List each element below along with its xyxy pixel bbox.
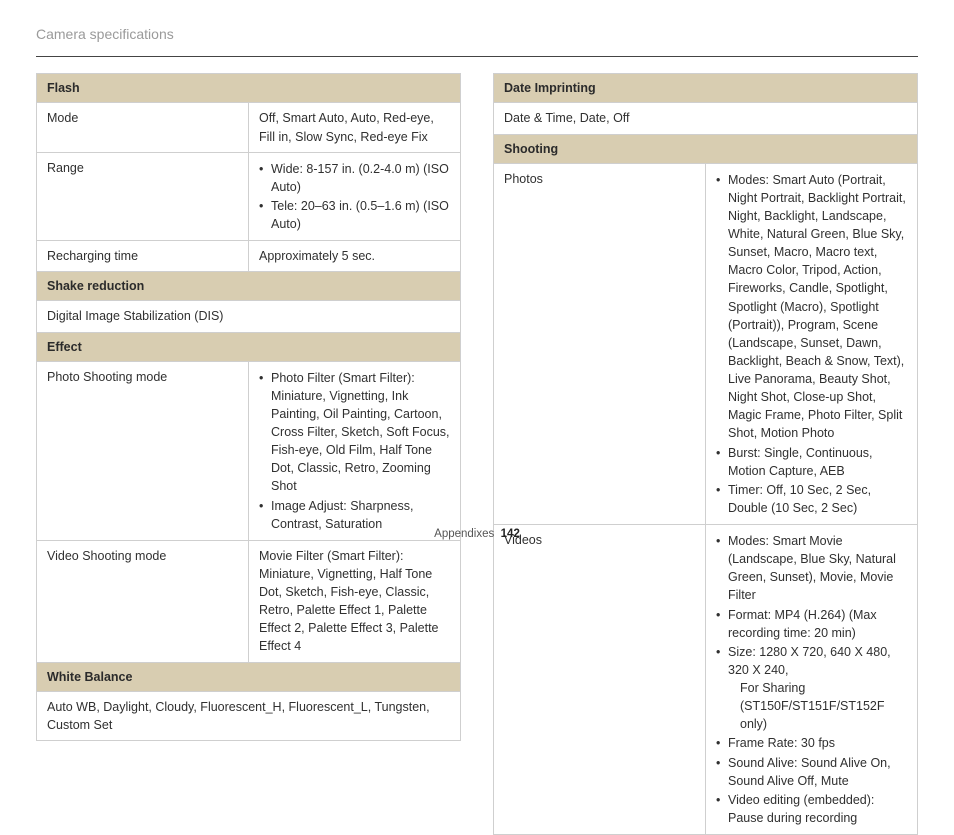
left-table: Flash Mode Off, Smart Auto, Auto, Red-ey… <box>36 73 461 741</box>
columns: Flash Mode Off, Smart Auto, Auto, Red-ey… <box>36 73 918 835</box>
right-table: Date Imprinting Date & Time, Date, Off S… <box>493 73 918 835</box>
photo-mode-value: Photo Filter (Smart Filter): Miniature, … <box>249 361 461 540</box>
date-value: Date & Time, Date, Off <box>494 103 918 134</box>
photos-value: Modes: Smart Auto (Portrait, Night Portr… <box>706 163 918 524</box>
shake-header: Shake reduction <box>37 272 461 301</box>
videos-bullet-3b: For Sharing (ST150F/ST151F/ST152F only) <box>728 679 907 733</box>
left-column: Flash Mode Off, Smart Auto, Auto, Red-ey… <box>36 73 461 835</box>
wb-value: Auto WB, Daylight, Cloudy, Fluorescent_H… <box>37 691 461 740</box>
video-mode-value: Movie Filter (Smart Filter): Miniature, … <box>249 540 461 662</box>
shooting-header: Shooting <box>494 134 918 163</box>
photo-mode-label: Photo Shooting mode <box>37 361 249 540</box>
flash-mode-value: Off, Smart Auto, Auto, Red-eye, Fill in,… <box>249 103 461 152</box>
videos-value: Modes: Smart Movie (Landscape, Blue Sky,… <box>706 525 918 835</box>
wb-header: White Balance <box>37 662 461 691</box>
flash-range-value: Wide: 8-157 in. (0.2-4.0 m) (ISO Auto) T… <box>249 152 461 241</box>
photo-mode-bullet-1: Photo Filter (Smart Filter): Miniature, … <box>259 369 450 496</box>
footer: Appendixes 142 <box>0 526 954 543</box>
videos-bullet-2: Format: MP4 (H.264) (Max recording time:… <box>716 606 907 642</box>
page-title: Camera specifications <box>36 24 918 44</box>
divider <box>36 56 918 57</box>
flash-range-label: Range <box>37 152 249 241</box>
videos-bullet-3a: Size: 1280 X 720, 640 X 480, 320 X 240, <box>728 645 891 677</box>
videos-bullet-3: Size: 1280 X 720, 640 X 480, 320 X 240, … <box>716 643 907 734</box>
date-header: Date Imprinting <box>494 74 918 103</box>
flash-range-bullet-2: Tele: 20–63 in. (0.5–1.6 m) (ISO Auto) <box>259 197 450 233</box>
flash-header: Flash <box>37 74 461 103</box>
photos-label: Photos <box>494 163 706 524</box>
flash-range-bullet-1: Wide: 8-157 in. (0.2-4.0 m) (ISO Auto) <box>259 160 450 196</box>
videos-label: Videos <box>494 525 706 835</box>
videos-bullet-5: Sound Alive: Sound Alive On, Sound Alive… <box>716 754 907 790</box>
flash-mode-label: Mode <box>37 103 249 152</box>
photos-bullet-3: Timer: Off, 10 Sec, 2 Sec, Double (10 Se… <box>716 481 907 517</box>
shake-value: Digital Image Stabilization (DIS) <box>37 301 461 332</box>
footer-page-number: 142 <box>501 528 520 540</box>
video-mode-label: Video Shooting mode <box>37 540 249 662</box>
videos-bullet-4: Frame Rate: 30 fps <box>716 734 907 752</box>
footer-label: Appendixes <box>434 528 494 540</box>
flash-recharge-label: Recharging time <box>37 241 249 272</box>
photos-bullet-2: Burst: Single, Continuous, Motion Captur… <box>716 444 907 480</box>
right-column: Date Imprinting Date & Time, Date, Off S… <box>493 73 918 835</box>
videos-bullet-6: Video editing (embedded): Pause during r… <box>716 791 907 827</box>
photos-bullet-1: Modes: Smart Auto (Portrait, Night Portr… <box>716 171 907 443</box>
flash-recharge-value: Approximately 5 sec. <box>249 241 461 272</box>
effect-header: Effect <box>37 332 461 361</box>
